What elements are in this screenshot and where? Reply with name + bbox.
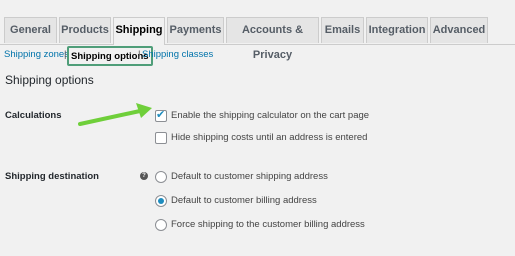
radio-button[interactable]: [155, 171, 167, 183]
subnav-separator: |: [138, 49, 141, 60]
tab-payments[interactable]: Payments: [167, 17, 224, 43]
checkbox-unchecked[interactable]: [155, 132, 167, 144]
subnav-shipping-classes[interactable]: Shipping classes: [142, 49, 213, 60]
tab-advanced[interactable]: Advanced: [430, 17, 488, 43]
shipping-destination-label: Shipping destination: [5, 171, 99, 182]
subnav-shipping-zones[interactable]: Shipping zones: [4, 49, 69, 60]
radio-label: Force shipping to the customer billing a…: [171, 219, 365, 230]
green-arrow-annotation: [78, 103, 152, 126]
checkbox-checked[interactable]: ✔: [155, 109, 167, 122]
tab-emails[interactable]: Emails: [321, 17, 364, 43]
radio-dot-icon: [158, 198, 164, 204]
radio-button[interactable]: [155, 219, 167, 231]
section-title: Shipping options: [5, 73, 94, 87]
checkbox-label: Enable the shipping calculator on the ca…: [171, 110, 370, 121]
checkmark-icon: ✔: [156, 109, 166, 121]
checkbox-label: Hide shipping costs until an address is …: [171, 132, 368, 143]
tab-accounts-privacy[interactable]: Accounts & Privacy: [226, 17, 319, 61]
tab-shipping[interactable]: Shipping: [113, 17, 165, 45]
tab-products[interactable]: Products: [59, 17, 111, 43]
tab-general[interactable]: General: [4, 17, 57, 43]
radio-button-selected[interactable]: [155, 195, 167, 207]
tab-integration[interactable]: Integration: [366, 17, 428, 43]
calculations-label: Calculations: [5, 110, 62, 121]
settings-tab-bar: General Products Shipping Payments Accou…: [0, 0, 515, 61]
radio-label: Default to customer shipping address: [171, 171, 328, 182]
help-icon[interactable]: ?: [140, 172, 148, 180]
radio-label: Default to customer billing address: [171, 195, 317, 206]
